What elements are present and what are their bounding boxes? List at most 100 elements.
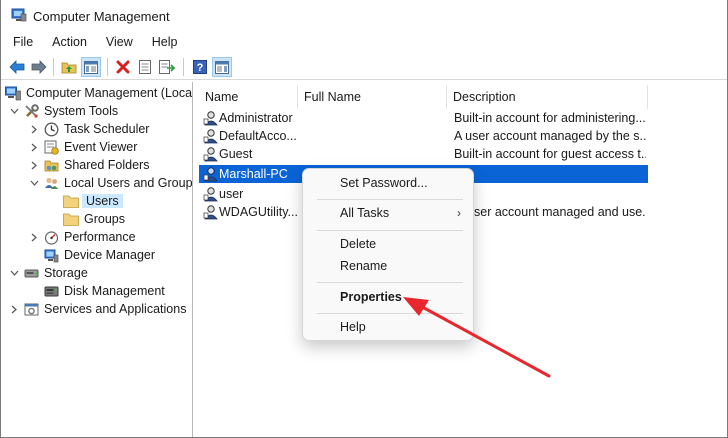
tree-node-label: System Tools [44, 104, 119, 118]
chevron-right-icon: › [457, 206, 461, 220]
clock-icon [43, 121, 59, 137]
toolbar-separator [107, 58, 108, 76]
window-title: Computer Management [33, 9, 170, 24]
tree-node-label: Performance [64, 230, 136, 244]
list-cell-description: Built-in account for guest access t... [454, 147, 646, 161]
user-account-icon [203, 147, 218, 162]
menu-item-label: Rename [340, 259, 388, 273]
list-cell-name: DefaultAcco... [219, 129, 297, 143]
list-cell-description: Built-in account for administering... [454, 111, 646, 125]
context-menu: Set Password... All Tasks › Delete Renam… [302, 168, 474, 341]
chevron-right-icon[interactable] [9, 300, 19, 318]
menu-item-properties[interactable]: Properties [307, 286, 471, 308]
tools-icon [23, 103, 39, 119]
menu-item-all-tasks[interactable]: All Tasks › [307, 202, 471, 224]
device-manager-icon [43, 247, 59, 263]
chevron-down-icon[interactable] [29, 174, 39, 192]
tree-node-services-and-applications[interactable]: Services and Applications [9, 300, 188, 318]
list-cell-full-name [304, 127, 444, 145]
delete-icon[interactable] [113, 57, 133, 77]
menu-item-label: Set Password... [340, 176, 428, 190]
chevron-right-icon[interactable] [29, 156, 39, 174]
column-header-description[interactable]: Description [447, 85, 647, 109]
menu-file[interactable]: File [13, 32, 33, 52]
list-row-administrator[interactable]: Administrator Built-in account for admin… [199, 109, 648, 127]
menu-item-label: Help [340, 320, 366, 334]
list-cell-full-name [304, 109, 444, 127]
menu-item-set-password[interactable]: Set Password... [307, 172, 471, 194]
show-hide-action-pane-icon[interactable] [212, 57, 232, 77]
forward-arrow-icon[interactable] [29, 57, 49, 77]
tree-node-label: Groups [84, 212, 125, 226]
computer-management-icon [5, 85, 21, 101]
list-cell-full-name [304, 145, 444, 163]
tree-node-system-tools[interactable]: System Tools [9, 102, 120, 120]
up-folder-icon[interactable] [59, 57, 79, 77]
list-cell-description [454, 165, 646, 183]
menu-view[interactable]: View [106, 32, 133, 52]
tree-node-label: Disk Management [64, 284, 165, 298]
list-row-guest[interactable]: Guest Built-in account for guest access … [199, 145, 648, 163]
chevron-right-icon[interactable] [29, 120, 39, 138]
tree-node-performance[interactable]: Performance [29, 228, 138, 246]
event-viewer-icon [43, 139, 59, 155]
tree-node-groups[interactable]: Groups [49, 210, 127, 228]
list-cell-description: A user account managed by the s... [454, 129, 646, 143]
show-hide-tree-icon[interactable] [81, 57, 101, 77]
chevron-right-icon[interactable] [29, 228, 39, 246]
chevron-down-icon[interactable] [9, 264, 19, 282]
menu-help[interactable]: Help [152, 32, 178, 52]
tree-node-disk-management[interactable]: Disk Management [29, 282, 167, 300]
list-row-defaultaccount[interactable]: DefaultAcco... A user account managed by… [199, 127, 648, 145]
properties-icon[interactable] [135, 57, 155, 77]
list-cell-name: Administrator [219, 111, 293, 125]
tree-node-label: Shared Folders [64, 158, 150, 172]
chevron-right-icon[interactable] [29, 138, 39, 156]
back-arrow-icon[interactable] [7, 57, 27, 77]
user-account-icon [203, 129, 218, 144]
tree-node-device-manager[interactable]: Device Manager [29, 246, 157, 264]
toolbar: ? [1, 54, 727, 80]
column-header-full-name[interactable]: Full Name [298, 85, 446, 109]
menu-action[interactable]: Action [52, 32, 87, 52]
tree-node-label: Local Users and Groups [64, 176, 193, 190]
title-bar: Computer Management [1, 0, 727, 32]
menu-item-delete[interactable]: Delete [307, 233, 471, 255]
tree-node-label: Storage [44, 266, 88, 280]
tree-node-label: Task Scheduler [64, 122, 150, 136]
list-cell-name: user [219, 187, 244, 201]
menu-item-help[interactable]: Help [307, 316, 471, 338]
user-account-icon [203, 167, 218, 182]
disk-icon [43, 283, 59, 299]
menu-item-rename[interactable]: Rename [307, 255, 471, 277]
tree-node-task-scheduler[interactable]: Task Scheduler [29, 120, 151, 138]
export-list-icon[interactable] [157, 57, 177, 77]
tree-node-label: Device Manager [64, 248, 156, 262]
menu-item-label: Properties [340, 290, 402, 304]
chevron-down-icon[interactable] [9, 102, 19, 120]
column-header-name[interactable]: Name [199, 85, 297, 109]
console-tree: Computer Management (Local System Tools … [1, 82, 193, 437]
tree-node-shared-folders[interactable]: Shared Folders [29, 156, 151, 174]
menu-separator [317, 313, 463, 314]
tree-node-storage[interactable]: Storage [9, 264, 90, 282]
list-cell-description: ser account managed and use... [474, 205, 646, 219]
shared-folder-icon [43, 157, 59, 173]
performance-icon [43, 229, 59, 245]
toolbar-separator [53, 58, 54, 76]
help-icon[interactable]: ? [190, 57, 210, 77]
computer-management-app-icon [11, 8, 27, 22]
computer-management-window: Computer Management File Action View Hel… [0, 0, 728, 438]
tree-node-event-viewer[interactable]: Event Viewer [29, 138, 139, 156]
tree-node-users[interactable]: Users [49, 192, 123, 210]
user-account-icon [203, 187, 218, 202]
list-cell-name: Marshall-PC [219, 167, 288, 181]
tree-node-computer-management[interactable]: Computer Management (Local [5, 84, 192, 102]
tree-node-label: Users [82, 194, 123, 208]
column-divider[interactable] [647, 85, 648, 109]
tree-node-local-users-and-groups[interactable]: Local Users and Groups [29, 174, 193, 192]
svg-text:?: ? [197, 62, 204, 74]
